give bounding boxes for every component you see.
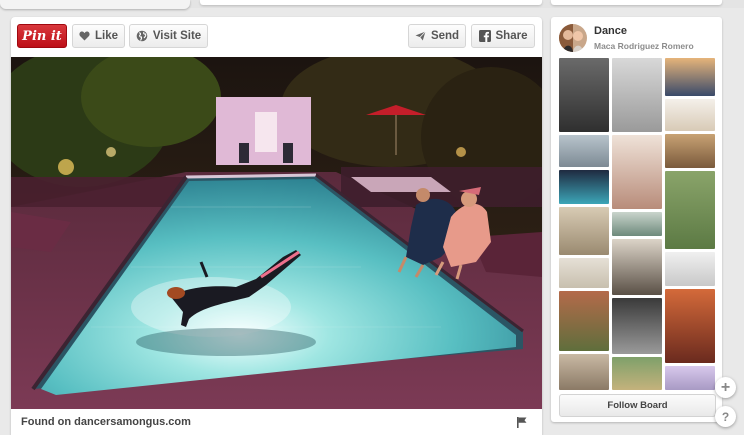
- pin-image[interactable]: [11, 57, 542, 409]
- heart-icon: [79, 31, 90, 41]
- flag-icon[interactable]: [517, 417, 527, 428]
- send-button[interactable]: Send: [408, 24, 466, 48]
- thumbnail[interactable]: [559, 207, 609, 255]
- thumbnail[interactable]: [559, 58, 609, 132]
- thumbnail[interactable]: [612, 58, 662, 132]
- thumbnail[interactable]: [612, 298, 662, 354]
- plus-icon[interactable]: +: [715, 377, 736, 398]
- follow-board-label: Follow Board: [607, 400, 668, 411]
- source-link[interactable]: Found on dancersamongus.com: [21, 416, 191, 428]
- thumbnail[interactable]: [612, 135, 662, 209]
- pin-card: Pin it Like Visit Site Send Share Found …: [11, 17, 542, 435]
- pin-it-label: Pin it: [22, 28, 62, 44]
- globe-icon: [136, 30, 148, 42]
- visit-site-button[interactable]: Visit Site: [129, 24, 208, 48]
- board-card: Dance Maca Rodriguez Romero Follow Board: [551, 17, 722, 422]
- thumbnail[interactable]: [612, 357, 662, 390]
- pin-it-button[interactable]: Pin it: [17, 24, 67, 48]
- thumbnail[interactable]: [665, 366, 715, 390]
- visit-site-label: Visit Site: [152, 30, 202, 42]
- thumbnail[interactable]: [665, 252, 715, 286]
- board-avatar[interactable]: [559, 24, 587, 52]
- previous-card-edge-2: [200, 0, 542, 5]
- thumbnail[interactable]: [665, 99, 715, 131]
- thumbnail[interactable]: [559, 258, 609, 288]
- thumbnail[interactable]: [559, 170, 609, 204]
- thumbnail[interactable]: [665, 134, 715, 168]
- facebook-icon: [478, 30, 491, 42]
- board-title[interactable]: Dance: [594, 25, 627, 37]
- pin-footer: Found on dancersamongus.com: [11, 409, 542, 435]
- thumbnail[interactable]: [559, 354, 609, 390]
- board-owner[interactable]: Maca Rodriguez Romero: [594, 41, 694, 51]
- like-button[interactable]: Like: [72, 24, 125, 48]
- follow-board-button[interactable]: Follow Board: [559, 394, 716, 417]
- previous-card-edge-3: [551, 0, 722, 5]
- question-icon[interactable]: ?: [715, 406, 736, 427]
- share-button[interactable]: Share: [471, 24, 535, 48]
- thumbnail[interactable]: [559, 135, 609, 167]
- paper-plane-icon: [415, 31, 426, 41]
- thumbnail[interactable]: [612, 212, 662, 236]
- question-glyph: ?: [721, 409, 730, 424]
- pin-toolbar: Pin it Like Visit Site Send Share: [11, 17, 542, 57]
- previous-card-edge: [0, 0, 190, 9]
- thumbnail[interactable]: [665, 289, 715, 363]
- thumbnail[interactable]: [665, 171, 715, 249]
- thumbnail[interactable]: [559, 291, 609, 351]
- thumbnail[interactable]: [612, 239, 662, 295]
- thumbnail[interactable]: [665, 58, 715, 96]
- send-label: Send: [430, 30, 460, 42]
- top-strip: [0, 0, 744, 9]
- share-label: Share: [495, 30, 528, 42]
- board-thumbnails: [559, 58, 716, 390]
- plus-glyph: +: [720, 378, 731, 396]
- like-label: Like: [94, 30, 118, 42]
